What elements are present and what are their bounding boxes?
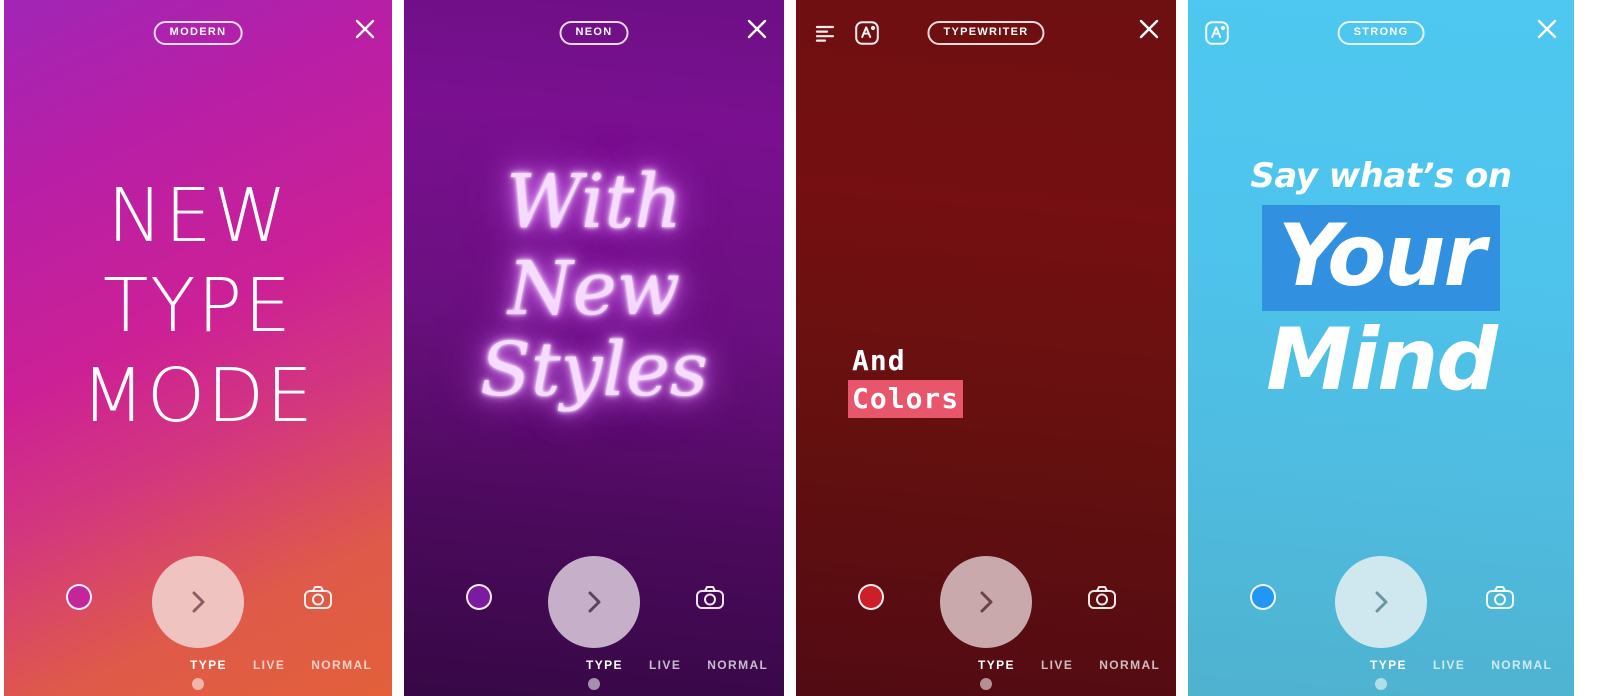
style-badge-strong[interactable]: STRONG [1337, 21, 1425, 45]
story-text-line: TYPE [103, 262, 293, 349]
color-swatch-icon[interactable] [466, 584, 492, 610]
mode-normal[interactable]: NORMAL [1099, 658, 1160, 672]
next-button[interactable] [940, 556, 1032, 648]
story-canvas-modern[interactable]: NEW TYPE MODE [4, 66, 392, 546]
mode-normal[interactable]: NORMAL [311, 658, 372, 672]
story-panel-modern[interactable]: MODERN NEW TYPE MODE TYPE LIVE NORMAL [4, 0, 392, 696]
mode-selector-typewriter[interactable]: TYPE LIVE NORMAL BOOMERANG [796, 658, 1176, 672]
close-icon[interactable] [352, 16, 378, 42]
story-text-line: With [506, 158, 682, 245]
mode-normal[interactable]: NORMAL [1491, 658, 1552, 672]
camera-rotate-icon[interactable] [302, 582, 334, 614]
topbar-left-icons-strong [1202, 18, 1232, 48]
story-panel-strong[interactable]: STRONG Say what’s on Your Mind TYPE LIVE… [1188, 0, 1574, 696]
next-button[interactable] [152, 556, 244, 648]
stories-type-mode-gallery: MODERN NEW TYPE MODE TYPE LIVE NORMAL NE… [0, 0, 1600, 696]
mode-type[interactable]: TYPE [978, 658, 1015, 672]
text-align-icon[interactable] [810, 18, 840, 48]
panel-bottom-controls-neon: TYPE LIVE NORMAL BOOMERANG [404, 546, 784, 696]
color-swatch-icon[interactable] [1250, 584, 1276, 610]
camera-rotate-icon[interactable] [694, 582, 726, 614]
panel-bottom-controls-modern: TYPE LIVE NORMAL BOOMERANG [4, 546, 392, 696]
topbar-left-icons-typewriter [810, 18, 882, 48]
panel-bottom-controls-typewriter: TYPE LIVE NORMAL BOOMERANG [796, 546, 1176, 696]
story-panel-neon[interactable]: NEON With New Styles TYPE LIVE NORMAL [404, 0, 784, 696]
mode-selector-modern[interactable]: TYPE LIVE NORMAL BOOMERANG [4, 658, 392, 672]
style-badge-typewriter[interactable]: TYPEWRITER [927, 21, 1045, 45]
story-text-modern[interactable]: NEW TYPE MODE [81, 171, 315, 442]
close-icon[interactable] [1136, 16, 1162, 42]
story-text-line: New Styles [480, 245, 708, 413]
mode-live[interactable]: LIVE [253, 658, 285, 672]
home-indicator [588, 678, 600, 690]
story-text-line: MODE [81, 353, 315, 440]
home-indicator [980, 678, 992, 690]
style-badge-neon[interactable]: NEON [559, 21, 629, 45]
story-text-strong[interactable]: Say what’s on Your Mind [1188, 155, 1574, 410]
story-text-line-highlighted: Colors [848, 379, 964, 418]
story-text-neon[interactable]: With New Styles [404, 165, 784, 412]
panel-bottom-controls-strong: TYPE LIVE NORMAL BOOMERANG [1188, 546, 1574, 696]
story-canvas-typewriter[interactable]: And Colors [796, 66, 1176, 546]
mode-type[interactable]: TYPE [1370, 658, 1407, 672]
chevron-right-icon [588, 591, 601, 613]
style-badge-modern[interactable]: MODERN [153, 21, 243, 45]
mode-type[interactable]: TYPE [586, 658, 623, 672]
home-indicator [1375, 678, 1387, 690]
next-button[interactable] [1335, 556, 1427, 648]
chevron-right-icon [980, 591, 993, 613]
mode-live[interactable]: LIVE [649, 658, 681, 672]
text-color-icon[interactable] [1202, 18, 1232, 48]
next-button[interactable] [548, 556, 640, 648]
mode-live[interactable]: LIVE [1041, 658, 1073, 672]
home-indicator [192, 678, 204, 690]
story-text-line: Mind [1266, 309, 1498, 410]
story-text-line: And [852, 344, 906, 377]
story-text-line: NEW [107, 172, 289, 259]
close-icon[interactable] [1534, 16, 1560, 42]
mode-live[interactable]: LIVE [1433, 658, 1465, 672]
color-swatch-icon[interactable] [66, 584, 92, 610]
story-text-line-highlighted: Your [1262, 204, 1500, 311]
story-canvas-neon[interactable]: With New Styles [404, 66, 784, 546]
color-swatch-icon[interactable] [858, 584, 884, 610]
camera-rotate-icon[interactable] [1086, 582, 1118, 614]
mode-type[interactable]: TYPE [190, 658, 227, 672]
mode-normal[interactable]: NORMAL [707, 658, 768, 672]
mode-selector-strong[interactable]: TYPE LIVE NORMAL BOOMERANG [1188, 658, 1574, 672]
story-text-line: Say what’s on [1250, 155, 1512, 196]
story-canvas-strong[interactable]: Say what’s on Your Mind [1188, 66, 1574, 546]
chevron-right-icon [192, 591, 205, 613]
story-panel-typewriter[interactable]: TYPEWRITER And Colors TYPE LIVE NORMAL [796, 0, 1176, 696]
chevron-right-icon [1375, 591, 1388, 613]
mode-selector-neon[interactable]: TYPE LIVE NORMAL BOOMERANG [404, 658, 784, 672]
story-text-typewriter[interactable]: And Colors [848, 342, 964, 418]
text-color-icon[interactable] [852, 18, 882, 48]
close-icon[interactable] [744, 16, 770, 42]
camera-rotate-icon[interactable] [1484, 582, 1516, 614]
